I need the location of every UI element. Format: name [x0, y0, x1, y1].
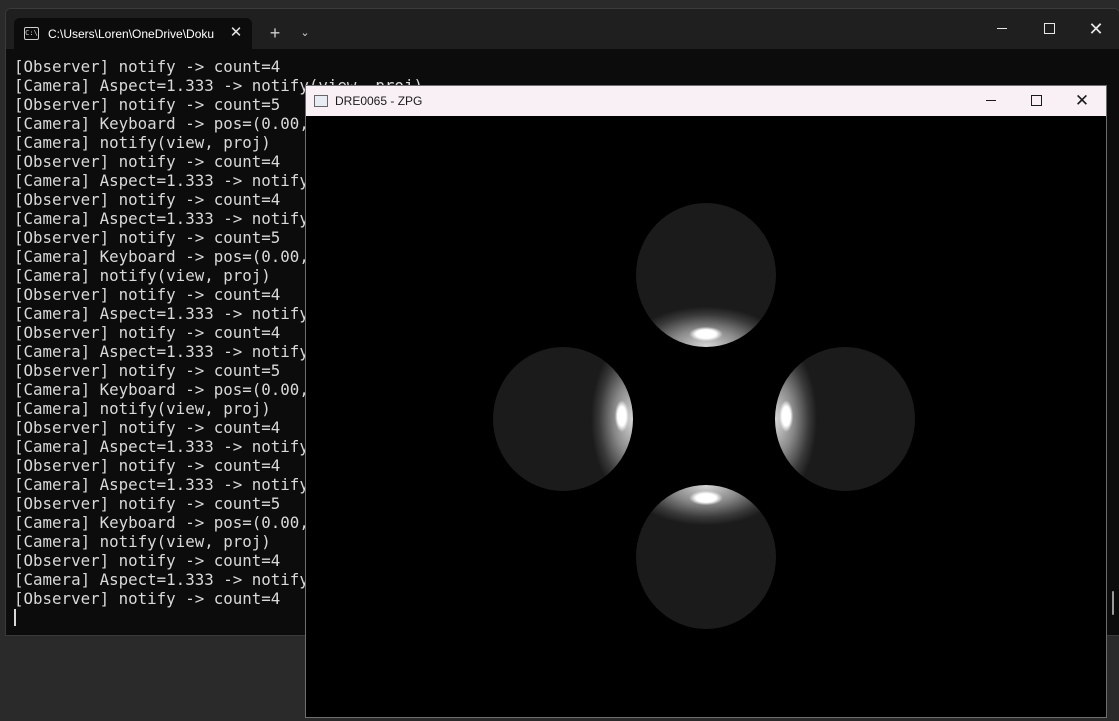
terminal-titlebar: C:\ C:\Users\Loren\OneDrive\Dokumenty ✕ … — [6, 9, 1119, 49]
window-title: DRE0065 - ZPG — [335, 94, 423, 108]
plus-icon[interactable]: + — [264, 22, 286, 44]
terminal-tab[interactable]: C:\ C:\Users\Loren\OneDrive\Dokumenty ✕ — [14, 18, 252, 49]
maximize-icon — [1043, 23, 1055, 35]
terminal-line: [Observer] notify -> count=4 — [14, 57, 281, 76]
minimize-button[interactable] — [971, 89, 1011, 113]
maximize-icon — [1030, 95, 1042, 107]
opengl-window: DRE0065 - ZPG ✕ — [305, 85, 1107, 718]
minimize-button[interactable] — [982, 17, 1022, 41]
scrollbar-thumb[interactable] — [1112, 591, 1114, 615]
app-window-icon — [314, 95, 328, 107]
sphere-bottom — [636, 485, 776, 629]
maximize-button[interactable] — [1029, 17, 1069, 41]
chevron-down-icon[interactable]: ⌄ — [296, 23, 314, 43]
render-viewport[interactable] — [306, 116, 1106, 717]
close-icon: ✕ — [1088, 19, 1104, 39]
sphere-top — [636, 203, 776, 347]
sphere-right — [775, 347, 915, 491]
close-icon: ✕ — [1074, 91, 1090, 110]
minimize-icon — [986, 100, 996, 102]
tab-title: C:\Users\Loren\OneDrive\Dokumenty — [48, 27, 214, 41]
opengl-titlebar[interactable]: DRE0065 - ZPG ✕ — [306, 86, 1106, 116]
close-button[interactable]: ✕ — [1076, 17, 1116, 41]
console-icon: C:\ — [24, 27, 39, 40]
text-cursor — [14, 609, 16, 626]
close-icon[interactable]: ✕ — [226, 23, 246, 43]
maximize-button[interactable] — [1016, 89, 1056, 113]
close-button[interactable]: ✕ — [1062, 89, 1102, 113]
sphere-left — [493, 347, 633, 491]
minimize-icon — [997, 28, 1007, 30]
